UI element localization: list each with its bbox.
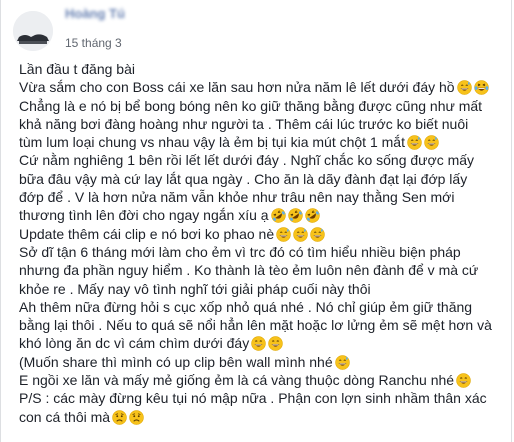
post-line-text: tùm lum loại chung vs nhau vậy là ẻm bị … [19,134,405,151]
post-line: Chẳng là e nó bị bể bong bóng nên ko giữ… [19,97,509,115]
post-line: khỏe re . Mấy nay vô tình nghĩ tới giải … [19,280,509,298]
grin-sweat-emoji-icon [310,226,325,242]
post-line-text: khó lòng ăn dc vì cám chìm dưới đáy [19,335,250,352]
post-line-text: thương tình lên đời cho ngay ngắn xíu ạ [19,207,269,224]
grin-sweat-emoji-icon [456,80,472,96]
post-line-text: Cứ nằm nghiêng 1 bên rồi lết lết dưới đá… [19,152,475,169]
post-line: Sở dĩ tận 6 tháng mới làm cho ẻm vì trc … [19,243,509,261]
post-line-text: (Muốn share thì mình có up clip bên wall… [19,353,333,370]
post-line: bữa đâu vậy mà cứ lay lắt qua ngày . Cho… [19,170,509,188]
grin-sweat-emoji-icon [407,135,422,150]
sad-emoji-icon [129,409,144,425]
post-line-text: Sở dĩ tận 6 tháng mới làm cho ẻm vì trc … [19,243,461,260]
post-line-text: đớp để . V là hơn nửa năm vẫn khỏe như t… [19,189,455,206]
post-line: Lần đầu t đăng bài [19,60,509,78]
post-card: Hoàng Tú 15 tháng 3 Lần đầu t đăng bài Vừ… [0,0,512,442]
grin-sweat-emoji-icon [334,355,350,370]
rofl-emoji-icon [270,208,286,224]
grin-sweat-emoji-icon [293,226,308,242]
post-line: nhưng đa phần nguy hiểm . Ko thành là tè… [19,261,509,279]
rofl-emoji-icon [287,208,303,224]
post-line-text: E ngồi xe lăn và mấy mẻ giống ẻm là cá v… [19,372,455,389]
post-line-text: Lần đầu t đăng bài [19,61,135,77]
post-line-text: bằng lại thôi . Nếu to quá sẽ nổi hẳn lê… [19,317,492,334]
post-body: Lần đầu t đăng bài Vừa sắm cho con Boss c… [19,60,509,426]
avatar[interactable] [13,11,53,51]
post-line: thương tình lên đời cho ngay ngắn xíu ạ [19,206,509,224]
post-line-text: P/S : các mày đừng kêu tụi nó mập nữa . … [19,390,487,407]
post-line: Update thêm cái clip e nó bơi ko phao nè [19,225,509,243]
grin-emoji-icon [268,336,283,352]
grin-sweat-emoji-icon [276,226,291,242]
post-line: đớp để . V là hơn nửa năm vẫn khỏe như t… [19,188,509,206]
sad-emoji-icon [112,409,127,425]
post-line: khó lòng ăn dc vì cám chìm dưới đáy [19,334,509,352]
post-line: khả năng bơi đàng hoàng như người ta . T… [19,115,509,133]
post-line-text: Update thêm cái clip e nó bơi ko phao nè [19,225,275,242]
post-line-text: Vừa sắm cho con Boss cái xe lăn sau hơn … [19,79,455,96]
post-line: Ah thêm nữa đừng hỏi s cục xốp nhỏ quá n… [19,298,509,316]
grin-sweat-emoji-icon [424,135,439,150]
post-line: P/S : các mày đừng kêu tụi nó mập nữa . … [19,389,509,407]
post-line-text: Ah thêm nữa đừng hỏi s cục xốp nhỏ quá n… [19,298,473,315]
post-line: Cứ nằm nghiêng 1 bên rồi lết lết dưới đá… [19,151,509,169]
post-line: con cá thôi mà [19,408,509,426]
post-line: tùm lum loại chung vs nhau vậy là ẻm bị … [19,133,509,151]
post-line: E ngồi xe lăn và mấy mẻ giống ẻm là cá v… [19,371,509,389]
grin-emoji-icon [456,373,471,388]
post-line-text: khỏe re . Mấy nay vô tình nghĩ tới giải … [19,280,371,297]
post-line-text: nhưng đa phần nguy hiểm . Ko thành là tè… [19,262,479,279]
avatar-image [13,11,53,51]
post-line: Vừa sắm cho con Boss cái xe lăn sau hơn … [19,78,509,96]
grin-emoji-icon [251,336,266,352]
post-line-text: Chẳng là e nó bị bể bong bóng nên ko giữ… [19,97,483,114]
post-line-text: con cá thôi mà [19,408,111,425]
post-timestamp[interactable]: 15 tháng 3 [65,36,122,50]
author-name[interactable]: Hoàng Tú [65,6,125,21]
laugh-tears-emoji-icon [473,80,489,96]
post-line-text: bữa đâu vậy mà cứ lay lắt qua ngày . Cho… [19,170,468,187]
rofl-emoji-icon [304,208,320,224]
post-line: (Muốn share thì mình có up clip bên wall… [19,353,509,371]
post-line: bằng lại thôi . Nếu to quá sẽ nổi hẳn lê… [19,316,509,334]
post-line-text: khả năng bơi đàng hoàng như người ta . T… [19,115,469,132]
